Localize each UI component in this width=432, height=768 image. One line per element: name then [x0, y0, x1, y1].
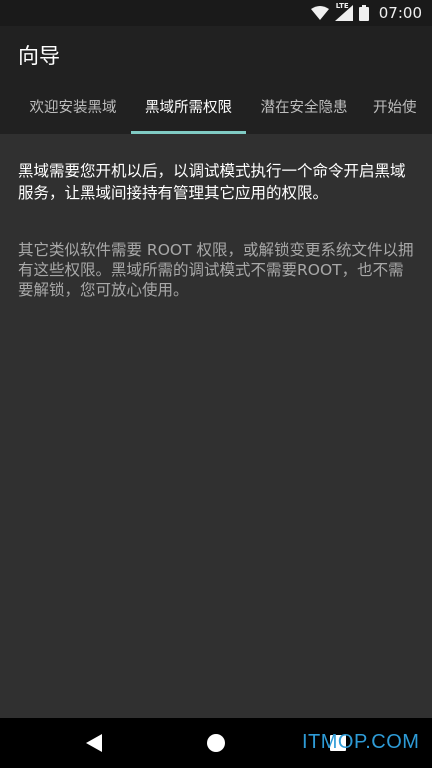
active-tab-indicator [131, 131, 246, 134]
permission-description: 黑域需要您开机以后，以调试模式执行一个命令开启黑域服务，让黑域间接持有管理其它应… [18, 162, 406, 202]
wifi-icon [310, 6, 329, 20]
signal-icon: LTE [334, 2, 353, 21]
page-title: 向导 [18, 44, 60, 68]
main-content: 黑域需要您开机以后，以调试模式执行一个命令开启黑域服务，让黑域间接持有管理其它应… [18, 160, 418, 300]
status-time: 07:00 [378, 4, 422, 22]
network-label: LTE [335, 2, 349, 10]
tab-permissions[interactable]: 黑域所需权限 [131, 82, 246, 134]
tab-bar: 欢迎安装黑域 黑域所需权限 潜在安全隐患 开始使 [0, 82, 432, 134]
tab-get-started[interactable]: 开始使 [362, 82, 432, 134]
root-comparison-note: 其它类似软件需要 ROOT 权限，或解锁变更系统文件以拥有这些权限。黑域所需的调… [18, 241, 414, 299]
app-bar: 向导 [0, 26, 432, 82]
watermark-text: ITMOP.COM [302, 731, 420, 753]
status-bar: LTE 07:00 [0, 0, 432, 26]
tab-security-risks[interactable]: 潜在安全隐患 [246, 82, 362, 134]
home-icon[interactable] [207, 734, 225, 752]
back-icon[interactable] [86, 734, 102, 752]
tab-welcome[interactable]: 欢迎安装黑域 [14, 82, 132, 134]
battery-icon [358, 5, 369, 21]
